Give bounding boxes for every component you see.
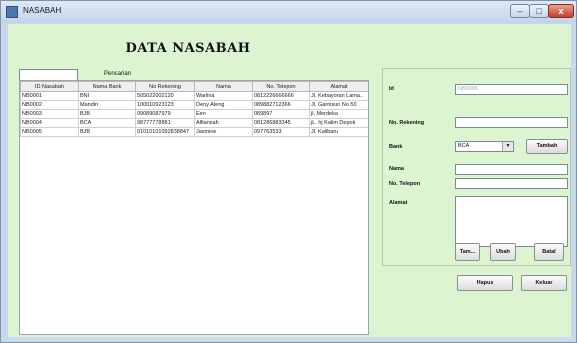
column-header-id[interactable]: ID Nasabah [20,81,79,92]
table-cell: Jl. Kebayoran Lama.. [309,91,368,101]
table-cell: Jasmine [194,127,253,137]
telepon-field[interactable] [455,178,568,189]
column-header-bank[interactable]: Nama Bank [78,81,136,92]
table-cell: Warlina [194,91,253,101]
table-cell: 081286883345 [252,118,310,128]
input-form-panel: Id NB0006 No. Rekening Bank BCA ▼ Tambah… [382,68,571,266]
title-bar: NASABAH – □ x [1,1,576,23]
table-header-row: ID Nasabah Nama Bank No Rekening Nama No… [20,81,368,92]
table-cell: BNI [78,91,136,101]
column-header-telepon[interactable]: No. Telepon [252,81,310,92]
table-cell: jL. hj Kalim Depok [309,118,368,128]
alamat-label: Alamat [389,200,408,206]
minimize-button[interactable]: – [510,4,530,18]
table-cell: Mandiri [78,100,136,110]
id-field[interactable]: NB0006 [455,84,568,95]
rekening-label: No. Rekening [389,120,425,126]
table-cell: 01010101092838847 [135,127,195,137]
table-cell: Jl. Garnisun No 50 [309,100,368,110]
delete-button[interactable]: Hapus [457,275,513,291]
bank-select-value: BCA [458,143,470,149]
table-row[interactable]: NB0003 BJB 09089087979 Een 089897 jl. Me… [20,109,368,119]
table-cell: 089882712366 [252,100,310,110]
table-cell: 98777778881 [135,118,195,128]
edit-button[interactable]: Ubah [490,243,516,261]
table-cell: jl. Merdeka [309,109,368,119]
table-cell: BJB [78,127,136,137]
table-row[interactable]: NB0001 BNI 505022002120 Warlina 08122266… [20,91,368,101]
nama-label: Nama [389,166,404,172]
table-cell: NB0005 [20,127,79,137]
table-cell: BJB [78,109,136,119]
add-button[interactable]: Tam... [455,243,480,261]
app-window: NASABAH – □ x DATA NASABAH Pencarian ID … [0,0,577,343]
table-row[interactable]: NB0005 BJB 01010101092838847 Jasmine 097… [20,127,368,137]
window-title: NASABAH [23,6,62,15]
table-cell: BCA [78,118,136,128]
table-cell: NB0001 [20,91,79,101]
search-label: Pencarian [104,71,132,77]
bank-label: Bank [389,144,403,150]
table-cell: 089897 [252,109,310,119]
table-cell: NB0003 [20,109,79,119]
data-table: ID Nasabah Nama Bank No Rekening Nama No… [20,81,368,137]
cancel-button[interactable]: Batal [534,243,564,261]
table-cell: 097763533 [252,127,310,137]
exit-button[interactable]: Keluar [521,275,567,291]
nama-field[interactable] [455,164,568,175]
bank-select[interactable]: BCA ▼ [455,141,514,152]
id-label: Id [389,86,394,92]
table-cell: NB0004 [20,118,79,128]
rekening-field[interactable] [455,117,568,128]
add-bank-button[interactable]: Tambah [526,139,568,154]
main-panel: DATA NASABAH Pencarian ID Nasabah Nama B… [8,24,571,337]
table-cell: Een [194,109,253,119]
column-header-alamat[interactable]: Alamat [309,81,368,92]
table-cell: 505022002120 [135,91,195,101]
close-button[interactable]: x [548,4,574,18]
table-cell: Deny Ateng [194,100,253,110]
table-cell: 100010923123 [135,100,195,110]
table-cell: 0812226666666 [252,91,310,101]
table-cell: Alfiansah [194,118,253,128]
table-cell: 09089087979 [135,109,195,119]
table-cell: Jl. Kalibaru [309,127,368,137]
telepon-label: No. Telepon [389,181,421,187]
page-title: DATA NASABAH [125,41,251,56]
column-header-rekening[interactable]: No Rekening [135,81,195,92]
customer-table[interactable]: ID Nasabah Nama Bank No Rekening Nama No… [19,80,369,335]
table-cell: NB0002 [20,100,79,110]
chevron-down-icon[interactable]: ▼ [502,142,513,151]
app-icon [6,6,18,18]
alamat-textarea[interactable] [455,196,568,247]
maximize-button[interactable]: □ [529,4,549,18]
table-row[interactable]: NB0002 Mandiri 100010923123 Deny Ateng 0… [20,100,368,110]
table-row[interactable]: NB0004 BCA 98777778881 Alfiansah 0812868… [20,118,368,128]
column-header-nama[interactable]: Nama [194,81,253,92]
